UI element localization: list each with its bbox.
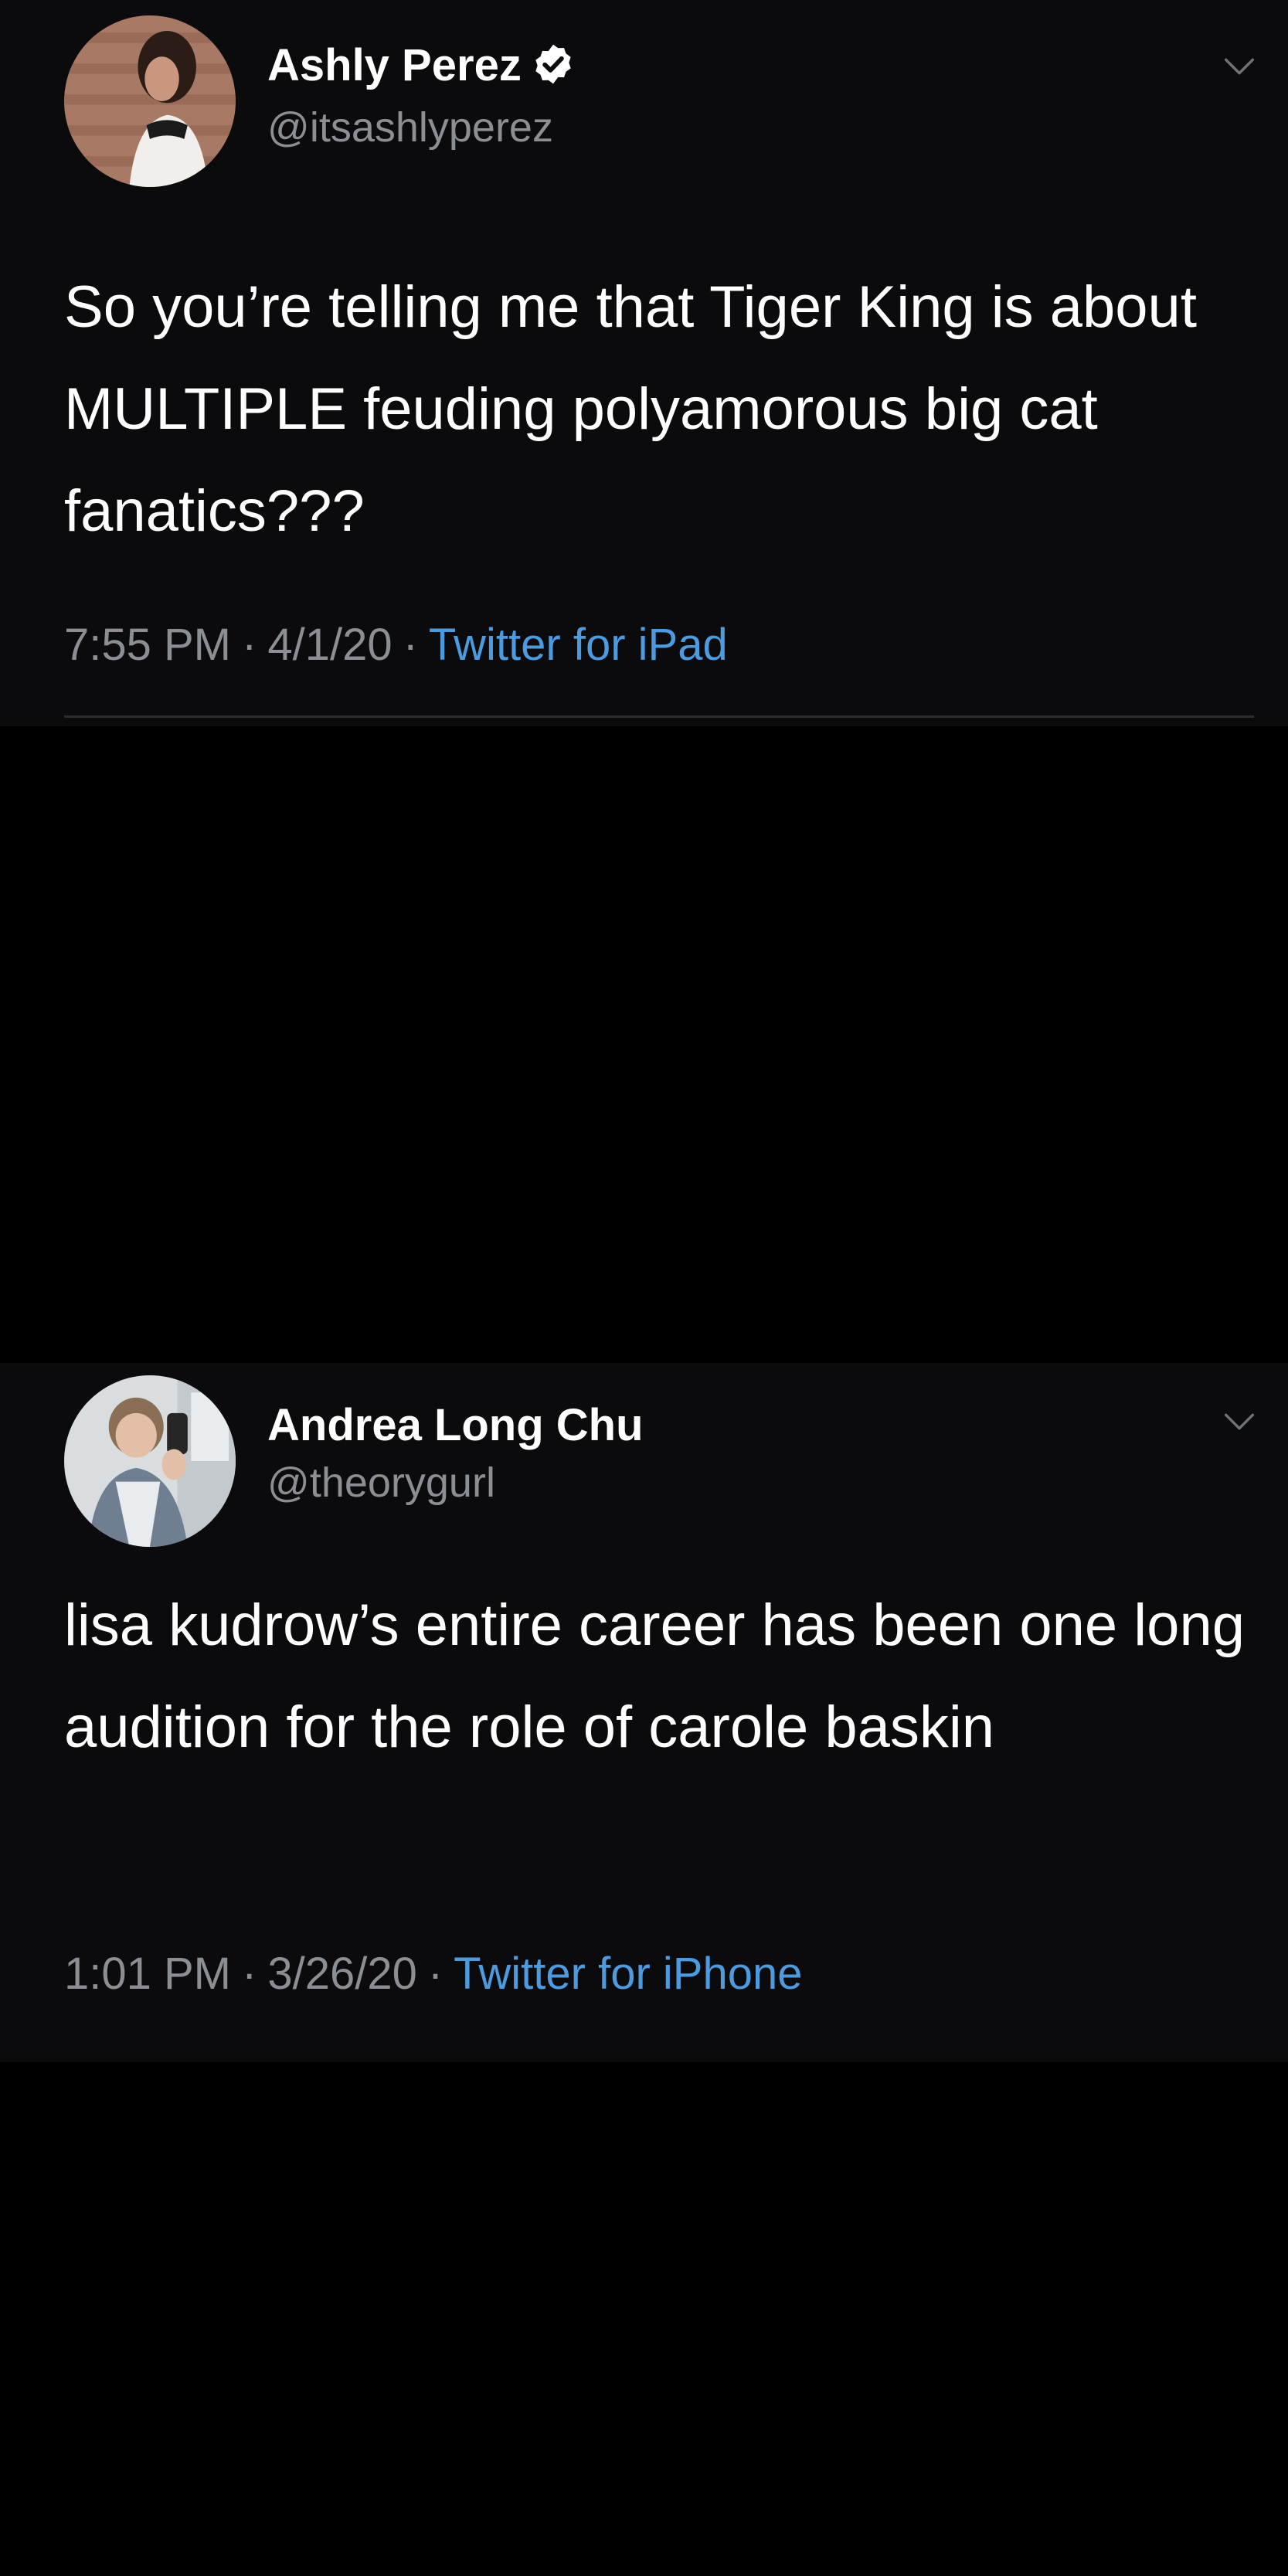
tweet-card: Ashly Perez @itsashlyperez So you’re tel… xyxy=(0,0,1288,726)
tweet-text: lisa kudrow’s entire career has been one… xyxy=(64,1592,1245,1760)
tweet-meta: 7:55 PM · 4/1/20 · Twitter for iPad xyxy=(64,618,728,672)
tweet-text: So you’re telling me that Tiger King is … xyxy=(64,274,1197,544)
tweet-time[interactable]: 7:55 PM xyxy=(64,620,231,670)
display-name-text: Andrea Long Chu xyxy=(267,1400,644,1450)
divider xyxy=(64,715,1254,718)
meta-separator: · xyxy=(427,1949,443,1999)
tweet-card: Andrea Long Chu @theorygurl lisa kudrow’… xyxy=(0,1363,1288,2062)
tweet-date[interactable]: 3/26/20 xyxy=(267,1949,417,1999)
handle[interactable]: @theorygurl xyxy=(267,1457,495,1508)
tweet-time[interactable]: 1:01 PM xyxy=(64,1949,231,1999)
meta-separator: · xyxy=(403,620,418,670)
display-name[interactable]: Ashly Perez xyxy=(267,39,576,93)
tweet-date[interactable]: 4/1/20 xyxy=(267,620,392,670)
chevron-down-icon[interactable] xyxy=(1219,1402,1259,1442)
tweet-source-link[interactable]: Twitter for iPhone xyxy=(454,1949,802,1999)
display-name[interactable]: Andrea Long Chu xyxy=(267,1398,644,1453)
tweet-source-link[interactable]: Twitter for iPad xyxy=(429,620,728,670)
display-name-text: Ashly Perez xyxy=(267,40,522,90)
chevron-down-icon[interactable] xyxy=(1219,46,1259,87)
handle[interactable]: @itsashlyperez xyxy=(267,102,553,153)
meta-separator: · xyxy=(242,620,257,670)
verified-badge-icon xyxy=(535,44,571,84)
tweet-meta: 1:01 PM · 3/26/20 · Twitter for iPhone xyxy=(64,1947,802,2001)
meta-separator: · xyxy=(242,1949,257,1999)
avatar[interactable] xyxy=(64,15,236,187)
avatar[interactable] xyxy=(64,1375,236,1547)
